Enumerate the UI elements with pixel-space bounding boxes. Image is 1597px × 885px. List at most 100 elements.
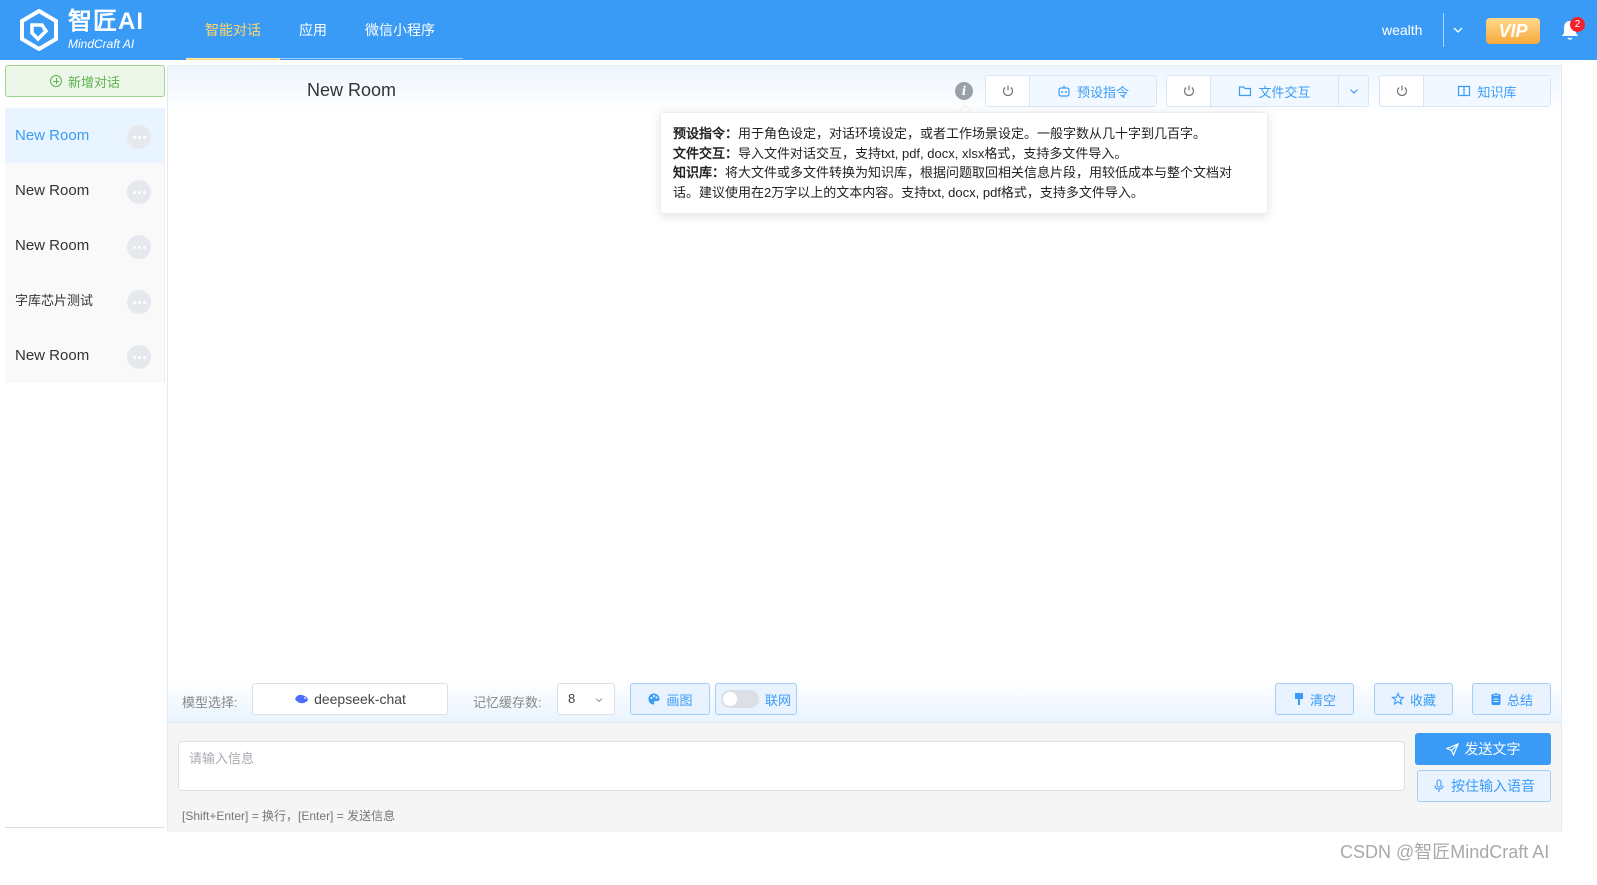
memory-label: 记忆缓存数: xyxy=(473,695,542,710)
send-text-label: 发送文字 xyxy=(1464,741,1521,757)
chevron-down-icon xyxy=(595,698,603,703)
tooltip-kb-key: 知识库： xyxy=(673,165,726,180)
sidebar-divider xyxy=(5,827,165,828)
preset-label: 预设指令 xyxy=(1076,84,1129,100)
web-search-toggle[interactable]: 联网 xyxy=(715,683,797,715)
power-icon xyxy=(1183,85,1194,97)
control-bar: 模型选择: deepseek-chat 记忆缓存数: 8 画图 联网 清空 收藏 xyxy=(168,680,1561,722)
memory-select[interactable]: 8 xyxy=(557,683,615,715)
file-tool-group: 文件交互 xyxy=(1166,75,1369,107)
model-select[interactable]: deepseek-chat xyxy=(252,683,448,715)
knowledge-base-button[interactable]: 知识库 xyxy=(1424,76,1550,106)
draw-button[interactable]: 画图 xyxy=(630,683,710,715)
logo-cn-text: 智匠AI xyxy=(68,8,144,35)
chat-header: New Room i 预设指令 文件交互 知识库 xyxy=(168,66,1561,114)
favorite-button[interactable]: 收藏 xyxy=(1374,683,1453,715)
room-title: New Room xyxy=(307,80,397,100)
favorite-label: 收藏 xyxy=(1409,692,1436,708)
file-interaction-label: 文件交互 xyxy=(1258,84,1311,100)
tooltip-preset-text: 用于角色设定，对话环境设定，或者工作场景设定。一般字数从几十字到几百字。 xyxy=(738,126,1207,141)
user-divider xyxy=(1443,13,1444,47)
web-toggle-switch[interactable] xyxy=(720,690,759,708)
tooltip-kb-text: 将大文件或多文件转换为知识库，根据问题取回相关信息片段，用较低成本与整个文档对话… xyxy=(673,165,1233,200)
summary-button[interactable]: 总结 xyxy=(1472,683,1551,715)
file-interaction-button[interactable]: 文件交互 xyxy=(1211,76,1338,106)
notification-badge: 2 xyxy=(1570,17,1585,32)
summary-label: 总结 xyxy=(1506,692,1533,708)
whale-icon xyxy=(295,694,309,704)
palette-icon xyxy=(648,693,660,705)
room-item[interactable]: New Room xyxy=(5,328,165,383)
clipboard-icon xyxy=(1491,692,1501,705)
new-chat-button[interactable]: 新增对话 xyxy=(5,65,165,97)
model-select-value: deepseek-chat xyxy=(314,691,406,707)
file-dropdown-toggle[interactable] xyxy=(1338,76,1368,106)
room-name: New Room xyxy=(15,182,90,199)
brush-icon xyxy=(1294,693,1303,705)
robot-icon xyxy=(1058,85,1070,97)
keyboard-hint: [Shift+Enter] = 换行，[Enter] = 发送信息 xyxy=(182,809,396,823)
preset-power-toggle[interactable] xyxy=(986,76,1030,106)
chevron-down-icon xyxy=(1349,89,1358,94)
logo-en-text: MindCraft AI xyxy=(68,37,135,51)
room-list: New Room New Room New Room 字库芯片测试 New Ro… xyxy=(5,108,165,383)
voice-input-button[interactable]: 按住输入语音 xyxy=(1417,770,1551,802)
tooltip-file-key: 文件交互： xyxy=(673,145,739,161)
tooltip-file-text: 导入文件对话交互，支持txt, pdf, docx, xlsx格式，支持多文件导… xyxy=(738,145,1128,161)
room-name: New Room xyxy=(15,127,90,144)
more-icon[interactable] xyxy=(127,125,151,149)
star-icon xyxy=(1391,692,1405,706)
kb-power-toggle[interactable] xyxy=(1380,76,1424,106)
chevron-down-icon[interactable] xyxy=(1451,23,1465,37)
message-input[interactable] xyxy=(178,741,1405,791)
web-label: 联网 xyxy=(764,692,791,708)
plus-circle-icon xyxy=(49,75,62,87)
nav-underline xyxy=(186,58,463,59)
send-text-button[interactable]: 发送文字 xyxy=(1415,733,1551,765)
tools-help-tooltip: 预设指令：用于角色设定，对话环境设定，或者工作场景设定。一般字数从几十字到几百字… xyxy=(660,112,1268,214)
tooltip-preset-key: 预设指令： xyxy=(673,126,739,141)
input-area: 发送文字 按住输入语音 [Shift+Enter] = 换行，[Enter] =… xyxy=(168,722,1561,832)
preset-tool-group: 预设指令 xyxy=(985,75,1157,107)
new-chat-label: 新增对话 xyxy=(67,74,120,90)
voice-input-label: 按住输入语音 xyxy=(1451,778,1535,794)
more-icon[interactable] xyxy=(127,235,151,259)
watermark: CSDN @智匠MindCraft AI xyxy=(1340,842,1550,862)
kb-tool-group: 知识库 xyxy=(1379,75,1551,107)
room-name: New Room xyxy=(15,347,90,364)
nav-item-chat[interactable]: 智能对话 xyxy=(186,0,280,60)
room-item[interactable]: New Room xyxy=(5,108,165,163)
logo-mark-icon xyxy=(20,9,58,51)
model-select-label: 模型选择: xyxy=(182,695,238,710)
clear-label: 清空 xyxy=(1309,692,1336,708)
send-icon xyxy=(1445,742,1459,756)
file-power-toggle[interactable] xyxy=(1167,76,1211,106)
chat-panel: New Room i 预设指令 文件交互 知识库 预设指令：用于角色设定，对话环… xyxy=(167,65,1562,832)
main-nav: 智能对话 应用 微信小程序 xyxy=(186,0,454,60)
top-header: 智匠AI MindCraft AI 智能对话 应用 微信小程序 wealth V… xyxy=(0,0,1597,60)
power-icon xyxy=(1002,85,1013,97)
room-name: New Room xyxy=(15,237,90,254)
nav-item-wechat-miniprogram[interactable]: 微信小程序 xyxy=(346,0,454,60)
room-item[interactable]: New Room xyxy=(5,163,165,218)
folder-icon xyxy=(1239,86,1252,97)
microphone-icon xyxy=(1434,779,1444,792)
power-icon xyxy=(1396,85,1407,97)
draw-label: 画图 xyxy=(666,692,693,708)
preset-button[interactable]: 预设指令 xyxy=(1030,76,1156,106)
vip-badge[interactable]: VIP xyxy=(1486,18,1540,44)
room-name: 字库芯片测试 xyxy=(15,293,94,308)
username[interactable]: wealth xyxy=(1382,0,1422,60)
more-icon[interactable] xyxy=(127,180,151,204)
more-icon[interactable] xyxy=(127,345,151,369)
knowledge-base-label: 知识库 xyxy=(1477,84,1517,100)
logo[interactable]: 智匠AI MindCraft AI xyxy=(18,8,144,52)
info-icon[interactable]: i xyxy=(955,82,973,100)
more-icon[interactable] xyxy=(127,290,151,314)
book-icon xyxy=(1458,85,1471,97)
room-item[interactable]: 字库芯片测试 xyxy=(5,273,165,328)
clear-button[interactable]: 清空 xyxy=(1275,683,1354,715)
room-item[interactable]: New Room xyxy=(5,218,165,273)
memory-value: 8 xyxy=(568,691,576,706)
nav-item-apps[interactable]: 应用 xyxy=(280,0,346,60)
